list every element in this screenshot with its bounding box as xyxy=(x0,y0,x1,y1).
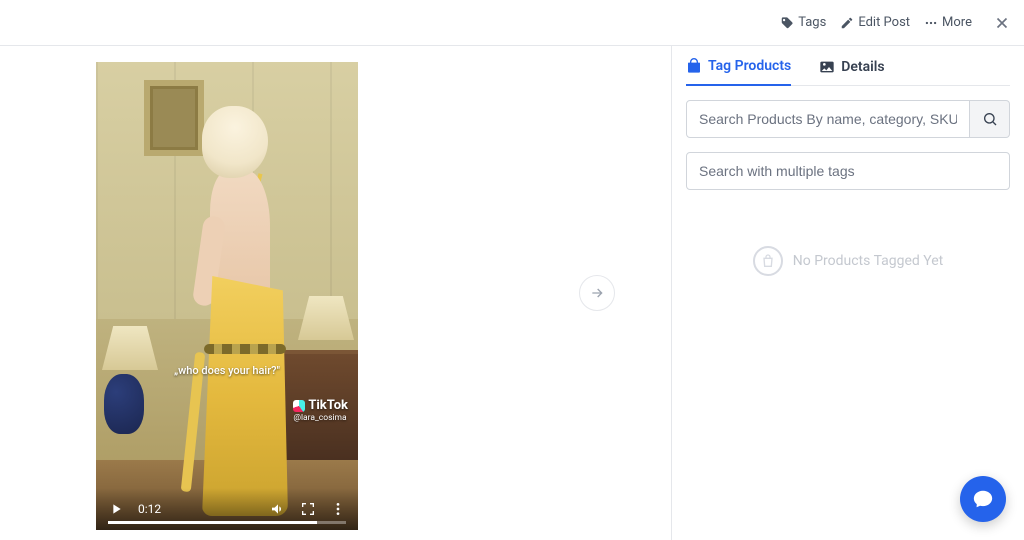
chat-fab[interactable] xyxy=(960,476,1006,522)
video-progress[interactable] xyxy=(108,521,346,524)
ellipsis-icon xyxy=(924,16,938,30)
video-frame xyxy=(96,62,358,530)
tiktok-watermark: TikTok @lara_cosima xyxy=(293,398,348,423)
video-controls: 0:12 xyxy=(96,488,358,530)
close-button[interactable] xyxy=(992,13,1012,33)
more-button[interactable]: More xyxy=(924,15,972,30)
panel-tabs: Tag Products Details xyxy=(686,58,1010,86)
tiktok-username: @lara_cosima xyxy=(293,413,348,423)
tiktok-brand: TikTok xyxy=(308,398,348,413)
product-search-input[interactable] xyxy=(686,100,970,138)
shopping-bag-icon xyxy=(686,58,702,74)
edit-post-label: Edit Post xyxy=(858,15,910,30)
volume-icon[interactable] xyxy=(270,501,286,517)
video-caption: „who does your hair?" xyxy=(174,364,280,377)
video-player[interactable]: „who does your hair?" TikTok @lara_cosim… xyxy=(96,62,358,530)
empty-state: No Products Tagged Yet xyxy=(686,246,1010,276)
tags-search-row xyxy=(686,152,1010,190)
tag-icon xyxy=(780,16,794,30)
tab-details[interactable]: Details xyxy=(819,58,884,85)
bag-outline-icon xyxy=(753,246,783,276)
tab-tag-products[interactable]: Tag Products xyxy=(686,58,791,86)
top-bar: Tags Edit Post More xyxy=(0,0,1024,46)
video-time: 0:12 xyxy=(138,502,161,516)
media-pane: „who does your hair?" TikTok @lara_cosim… xyxy=(0,46,672,540)
empty-message: No Products Tagged Yet xyxy=(793,253,944,269)
product-search-button[interactable] xyxy=(970,100,1010,138)
tags-search-input[interactable] xyxy=(686,152,1010,190)
next-media-button[interactable] xyxy=(579,275,615,311)
tiktok-icon xyxy=(293,400,305,412)
more-label: More xyxy=(942,15,972,30)
main-content: „who does your hair?" TikTok @lara_cosim… xyxy=(0,46,1024,540)
tags-button[interactable]: Tags xyxy=(780,15,826,30)
kebab-icon[interactable] xyxy=(330,501,346,517)
tab-details-label: Details xyxy=(841,59,884,75)
pencil-icon xyxy=(840,16,854,30)
product-search-row xyxy=(686,100,1010,138)
tags-label: Tags xyxy=(798,15,826,30)
image-icon xyxy=(819,59,835,75)
fullscreen-icon[interactable] xyxy=(300,501,316,517)
play-icon[interactable] xyxy=(108,501,124,517)
side-panel: Tag Products Details No Products Tagged … xyxy=(672,46,1024,540)
edit-post-button[interactable]: Edit Post xyxy=(840,15,910,30)
tab-tag-products-label: Tag Products xyxy=(708,58,791,74)
